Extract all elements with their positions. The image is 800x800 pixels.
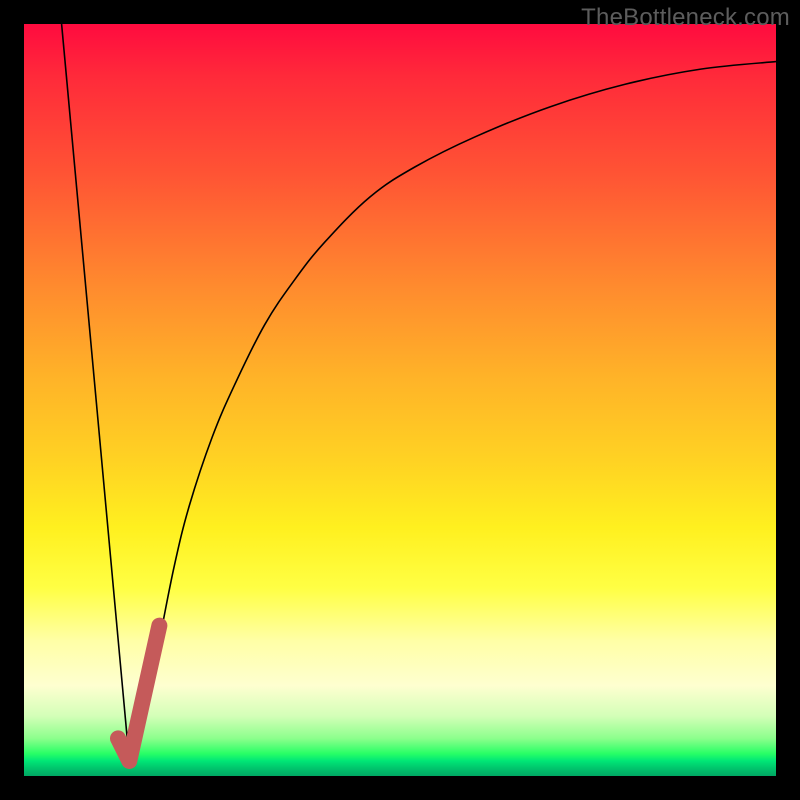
series-left-branch [62,24,130,761]
curve-overlay [24,24,776,776]
series-group [62,24,776,761]
chart-frame: TheBottleneck.com [0,0,800,800]
series-right-branch [129,62,776,761]
series-highlight-check [118,626,159,761]
watermark-text: TheBottleneck.com [581,4,790,32]
plot-area [24,24,776,776]
